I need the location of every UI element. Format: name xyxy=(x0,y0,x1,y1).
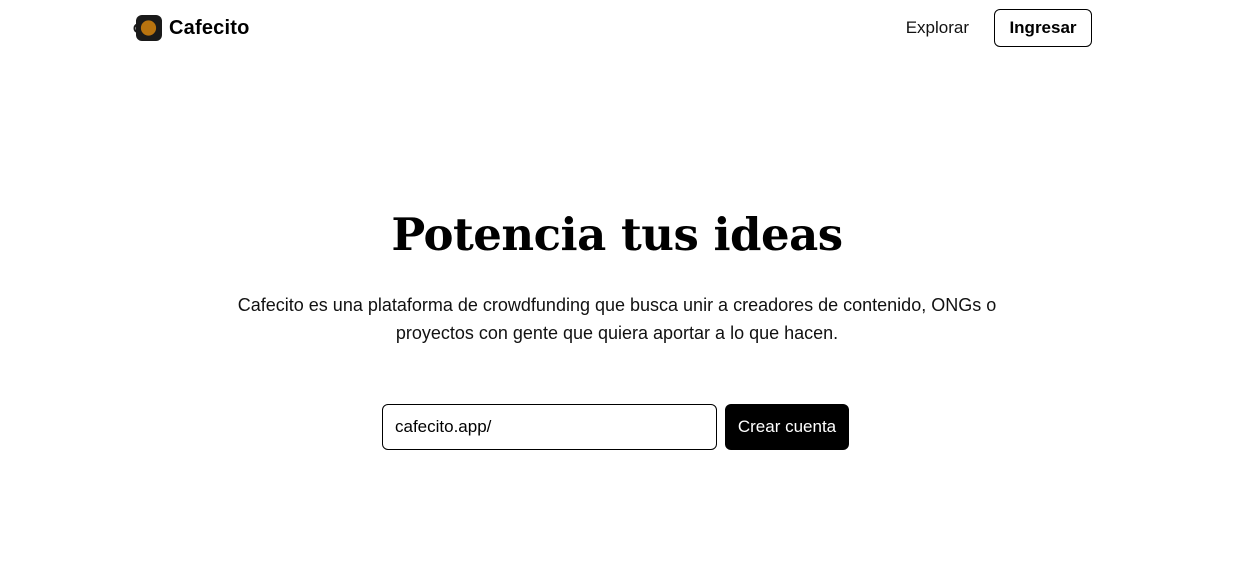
coffee-cup-logo-icon xyxy=(133,15,162,41)
hero-description: Cafecito es una plataforma de crowdfundi… xyxy=(237,295,997,343)
username-url-input[interactable] xyxy=(382,404,717,450)
brand-home-link[interactable]: Cafecito xyxy=(133,15,250,41)
site-header: Cafecito Explorar Ingresar xyxy=(0,0,1234,56)
create-account-button[interactable]: Crear cuenta xyxy=(725,404,849,450)
explore-link[interactable]: Explorar xyxy=(906,18,969,38)
main-nav: Explorar Ingresar xyxy=(906,9,1092,47)
page: Cafecito Explorar Ingresar Potencia tus … xyxy=(0,0,1234,588)
hero-title: Potencia tus ideas xyxy=(391,208,843,261)
signup-form: Crear cuenta xyxy=(382,404,849,450)
brand-name: Cafecito xyxy=(169,17,250,39)
login-button[interactable]: Ingresar xyxy=(994,9,1092,47)
